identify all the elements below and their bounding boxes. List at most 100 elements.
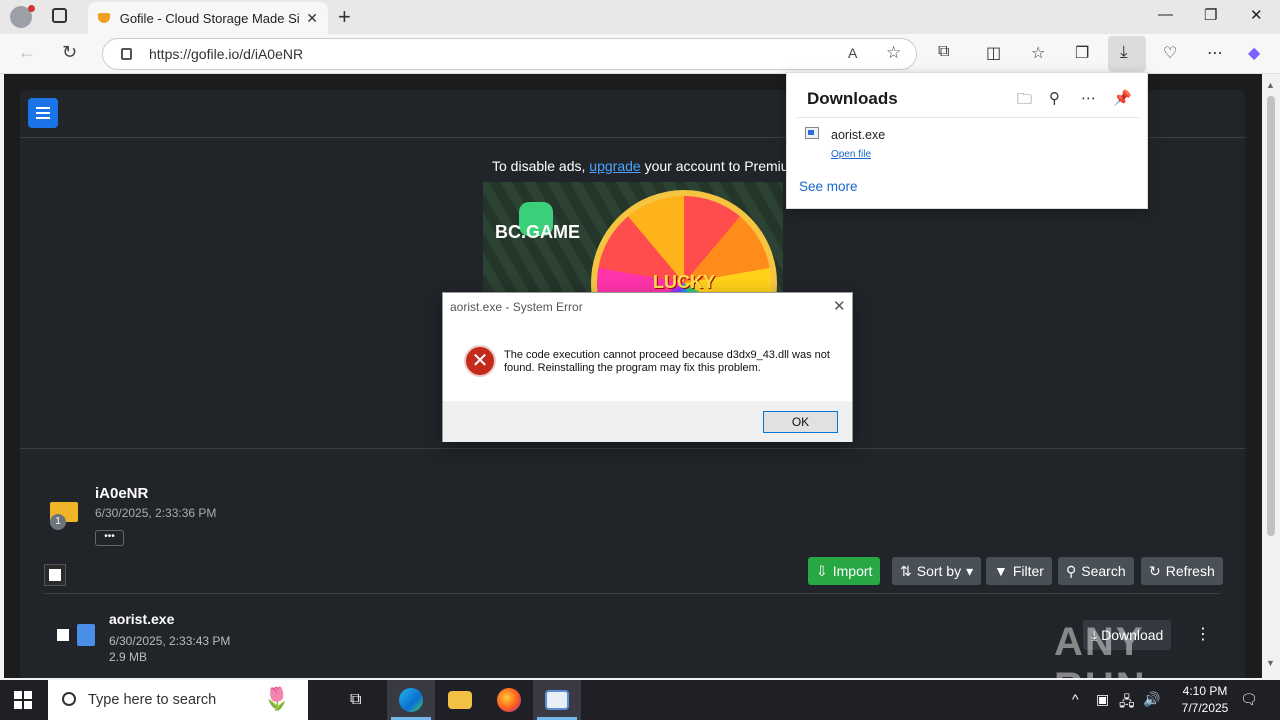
download-arrow-icon: ⤓ (1120, 42, 1128, 61)
address-bar[interactable]: https://gofile.io/d/iA0eNR A ☆ (102, 38, 917, 70)
search-button[interactable]: ⚲ Search (1058, 557, 1134, 585)
new-tab-button[interactable]: + (338, 4, 351, 30)
tab-close-icon[interactable]: ✕ (306, 10, 318, 27)
file-name[interactable]: aorist.exe (109, 611, 174, 627)
refresh-button[interactable]: ↻ Refresh (1141, 557, 1223, 585)
split-screen-icon[interactable]: ◫ (986, 43, 1001, 63)
search-highlight-flowers-icon: 🌷 (263, 686, 291, 711)
upgrade-link[interactable]: upgrade (589, 158, 640, 174)
folder-date: 6/30/2025, 2:33:36 PM (95, 506, 217, 520)
search-downloads-icon[interactable]: ⚲ (1049, 89, 1060, 107)
volume-icon[interactable]: 🔊 (1143, 691, 1160, 708)
file-date: 6/30/2025, 2:33:43 PM (109, 634, 231, 648)
folder-count-badge: 1 (50, 514, 66, 530)
file-explorer-icon[interactable] (448, 691, 472, 709)
downloads-divider (797, 117, 1139, 118)
favorites-icon[interactable]: ☆ (1031, 43, 1045, 63)
profile-notification-dot (28, 5, 35, 12)
tab-gofile[interactable]: Gofile - Cloud Storage Made Simple ✕ (88, 2, 328, 34)
firefox-icon[interactable] (497, 688, 521, 712)
clock-time: 4:10 PM (1182, 684, 1228, 698)
ads-text-after: your account to Premium (640, 158, 801, 174)
taskbar-clock[interactable]: 4:10 PM 7/7/2025 (1170, 683, 1240, 717)
back-icon[interactable]: ← (18, 42, 36, 63)
url-text: https://gofile.io/d/iA0eNR (149, 46, 304, 62)
dialog-close-icon[interactable]: ✕ (833, 297, 846, 315)
see-more-link[interactable]: See more (799, 179, 858, 194)
dialog-title: aorist.exe - System Error (450, 300, 583, 314)
ad-wheel-text: LUCKY (653, 272, 715, 292)
ads-notice: To disable ads, upgrade your account to … (492, 158, 800, 174)
ads-text-before: To disable ads, (492, 158, 590, 174)
favorite-star-icon[interactable]: ☆ (886, 43, 901, 63)
folder-more-button[interactable]: ••• (95, 530, 124, 546)
file-icon (77, 624, 95, 646)
filter-icon: ▼ (994, 563, 1008, 579)
toolbar-divider (44, 593, 1220, 594)
sort-icon: ⇅ (900, 562, 912, 579)
downloads-title: Downloads (807, 89, 898, 108)
edge-icon (399, 688, 423, 712)
filter-button[interactable]: ▼ Filter (986, 557, 1052, 585)
network-icon[interactable]: 🖧 (1119, 691, 1135, 715)
exe-file-icon (805, 127, 819, 139)
download-item-name[interactable]: aorist.exe (831, 128, 885, 142)
open-downloads-folder-icon[interactable]: 🗀 (1017, 89, 1032, 114)
dialog-footer: OK (443, 401, 852, 442)
open-file-link[interactable]: Open file (831, 149, 871, 160)
show-hidden-icons-icon[interactable]: ^ (1072, 691, 1079, 707)
collections-icon[interactable]: ❐ (1075, 43, 1089, 63)
tab-title: Gofile - Cloud Storage Made Simple (119, 10, 301, 26)
gofile-favicon-icon (98, 13, 110, 23)
import-icon: ⇩ (816, 562, 828, 579)
filter-label: Filter (1012, 563, 1044, 579)
downloads-more-icon[interactable]: ⋯ (1081, 89, 1096, 107)
browser-tab-bar: Gofile - Cloud Storage Made Simple ✕ + —… (0, 0, 1280, 34)
scroll-thumb[interactable] (1267, 96, 1275, 536)
import-label: Import (832, 563, 873, 579)
refresh-icon[interactable]: ↻ (62, 42, 77, 63)
read-aloud-icon[interactable]: A (848, 45, 857, 61)
minimize-button[interactable]: — (1158, 6, 1173, 23)
folder-name: iA0eNR (95, 485, 149, 502)
restore-button[interactable]: ❐ (1204, 6, 1217, 24)
hamburger-menu-button[interactable] (28, 98, 58, 128)
task-view-icon[interactable]: ⧉ (350, 691, 361, 709)
scroll-down-icon[interactable]: ▼ (1266, 658, 1275, 668)
file-size: 2.9 MB (109, 650, 148, 664)
settings-more-icon[interactable]: ⋯ (1207, 43, 1223, 63)
copilot-icon[interactable]: ◆ (1248, 43, 1260, 63)
taskbar-search-icon (62, 692, 76, 706)
downloads-button[interactable]: ⤓ (1108, 36, 1146, 72)
page-scrollbar[interactable]: ▲ ▼ (1262, 74, 1280, 678)
address-bar-row: ← ↻ https://gofile.io/d/iA0eNR A ☆ ⧉ ◫ ☆… (0, 34, 1280, 74)
browser-essentials-icon[interactable]: ♡ (1163, 43, 1177, 63)
advertisement-banner[interactable]: BC.GAME LUCKY (483, 182, 783, 292)
search-label: Search (1081, 563, 1126, 579)
anyrun-watermark: ANY RUN (1054, 620, 1145, 678)
section-divider (20, 448, 1245, 449)
refresh-page-icon: ↻ (1149, 562, 1161, 579)
file-checkbox[interactable] (57, 629, 69, 641)
dialog-message: The code execution cannot proceed becaus… (504, 349, 830, 374)
sort-by-button[interactable]: ⇅ Sort by ▾ (892, 557, 982, 585)
error-icon: ✕ (464, 345, 496, 377)
sort-label: Sort by (916, 563, 962, 579)
downloads-panel: Downloads 🗀 ⚲ ⋯ 📌 aorist.exe Open file S… (786, 72, 1148, 209)
tab-actions-icon[interactable] (52, 8, 67, 23)
extensions-icon[interactable]: ⧉ (938, 43, 949, 61)
site-info-lock-icon[interactable] (121, 48, 132, 60)
device-icon[interactable]: ▣ (1096, 691, 1109, 708)
select-all-checkbox[interactable] (44, 564, 66, 586)
ad-brand: BC.GAME (495, 222, 580, 242)
notifications-icon[interactable]: 🗨 (1240, 691, 1258, 708)
windows-start-icon[interactable] (14, 691, 32, 709)
clock-date: 7/7/2025 (1181, 701, 1229, 715)
taskbar-search-box[interactable]: Type here to search 🌷 (48, 680, 308, 720)
import-button[interactable]: ⇩ Import (808, 557, 881, 585)
pin-icon[interactable]: 📌 (1113, 89, 1132, 107)
close-window-button[interactable]: ✕ (1250, 6, 1263, 24)
ok-button[interactable]: OK (763, 411, 838, 433)
search-icon: ⚲ (1066, 562, 1077, 579)
scroll-up-icon[interactable]: ▲ (1266, 80, 1275, 90)
